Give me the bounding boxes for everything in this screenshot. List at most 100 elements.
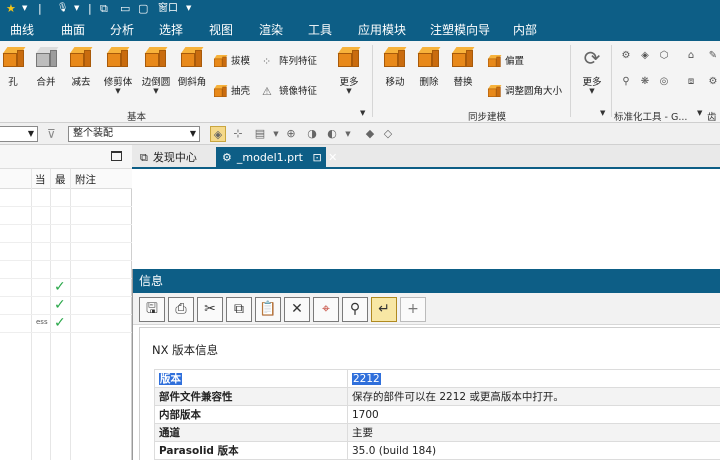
pattern-feature-tool[interactable]: ⁘ 阵列特征	[262, 53, 317, 68]
close-icon[interactable]: ✕	[328, 151, 337, 164]
offset-region-tool[interactable]: 偏置	[487, 53, 524, 68]
select-feature-icon[interactable]: ⊹	[230, 126, 246, 142]
star-dropdown-icon[interactable]: ▼	[22, 1, 27, 16]
part-navigator: 当 最 附注 ✓ ✓ ✓ ess	[0, 145, 132, 460]
mirror-feature-label: 镜像特征	[279, 86, 318, 97]
table-row[interactable]	[0, 243, 132, 261]
print-icon[interactable]: ⎙	[168, 297, 194, 322]
column-latest[interactable]: 最	[55, 172, 66, 187]
divider-icon: |	[38, 2, 42, 15]
table-row[interactable]: ✓ ess	[0, 315, 132, 333]
chevron-down-icon[interactable]: ▼	[577, 88, 607, 95]
cut-icon[interactable]: ✂	[197, 297, 223, 322]
select-edge-icon[interactable]: ◐	[324, 126, 340, 142]
delete-icon[interactable]: ✕	[284, 297, 310, 322]
menu-item-surface[interactable]: 曲面	[61, 21, 85, 38]
add-icon[interactable]: +	[400, 297, 426, 322]
replace-face-button[interactable]: 替换	[446, 45, 480, 88]
replace-face-label: 替换	[453, 77, 473, 88]
menu-item-applications[interactable]: 应用模块	[358, 21, 406, 38]
bolt-icon[interactable]: ⚲	[619, 75, 633, 89]
chevron-down-icon[interactable]: ▼	[268, 126, 284, 142]
menu-item-curve[interactable]: 曲线	[10, 21, 34, 38]
subtract-button[interactable]: 减去	[64, 45, 98, 88]
menu-item-analysis[interactable]: 分析	[110, 21, 134, 38]
group-expand-icon[interactable]: ▼	[360, 109, 365, 117]
chevron-down-icon[interactable]: ▼	[100, 88, 136, 95]
more-button[interactable]: ⟳ 更多 ▼	[577, 45, 607, 95]
tab-model1[interactable]: ⚙ _model1.prt ⊡ ✕	[216, 147, 337, 169]
gear-tool-icon[interactable]: ⚙	[706, 75, 720, 89]
type-filter-combo[interactable]: ▼	[0, 126, 38, 142]
filter-icon[interactable]: ⊽	[47, 127, 56, 141]
edge-blend-button[interactable]: 边倒圆 ▼	[138, 45, 174, 95]
table-row[interactable]	[0, 225, 132, 243]
move-face-button[interactable]: 移动	[378, 45, 412, 88]
select-face-icon[interactable]: ◑	[304, 126, 320, 142]
microphone-icon[interactable]: 🎙	[57, 1, 68, 16]
fastener-icon[interactable]: ⧈	[684, 75, 698, 89]
star-icon[interactable]: ★	[6, 1, 16, 16]
copy-icon[interactable]: ⧉	[226, 297, 252, 322]
chamfer-button[interactable]: 倒斜角	[174, 45, 210, 88]
spring-icon[interactable]: ❋	[638, 75, 652, 89]
menu-item-tools[interactable]: 工具	[308, 21, 332, 38]
tab-model1-label: _model1.prt	[236, 151, 303, 164]
find-icon[interactable]: ⌖	[313, 297, 339, 322]
table-row[interactable]: ✓	[0, 297, 132, 315]
menu-item-internal[interactable]: 内部	[513, 21, 537, 38]
select-list-icon[interactable]: ▤	[252, 126, 268, 142]
chevron-down-icon[interactable]: ▼	[138, 88, 174, 95]
window-icon[interactable]: ▭	[120, 1, 130, 16]
tool-icon[interactable]: ✎	[706, 49, 720, 63]
tab-discovery-center[interactable]: ⧉ 发现中心	[134, 147, 203, 169]
window-menu-label[interactable]: 窗口	[158, 1, 178, 16]
delete-face-label: 删除	[419, 77, 439, 88]
select-sheet-icon[interactable]: ◇	[380, 126, 396, 142]
table-row[interactable]	[0, 189, 132, 207]
trim-body-button[interactable]: 修剪体 ▼	[100, 45, 136, 95]
paste-icon[interactable]: 📋	[255, 297, 281, 322]
shell-label: 抽壳	[231, 86, 251, 97]
group-expand-icon[interactable]: ▼	[697, 109, 702, 117]
hex-nut-icon[interactable]: ⬡	[657, 49, 671, 63]
assembly-filter-combo[interactable]: 整个装配 ▼	[68, 126, 200, 142]
draft-tool[interactable]: 拔模	[213, 53, 250, 68]
shell-tool[interactable]: 抽壳	[213, 83, 251, 98]
group-expand-icon[interactable]: ▼	[600, 109, 605, 117]
tag-icon[interactable]: ⌂	[684, 49, 698, 63]
menu-item-select[interactable]: 选择	[159, 21, 183, 38]
word-wrap-icon[interactable]: ↵	[371, 297, 397, 322]
table-row[interactable]	[0, 207, 132, 225]
mirror-feature-tool[interactable]: ⚠ 镜像特征	[262, 83, 317, 98]
pin-icon[interactable]: ⊡	[312, 151, 321, 164]
select-body-icon[interactable]: ⊕	[283, 126, 299, 142]
washer-icon[interactable]: ◎	[657, 75, 671, 89]
binoculars-icon[interactable]: ⚲	[342, 297, 368, 322]
menu-item-render[interactable]: 渲染	[259, 21, 283, 38]
copy-icon[interactable]: ⧉	[100, 1, 108, 16]
maximize-icon[interactable]	[111, 151, 122, 161]
save-icon[interactable]: 🖫	[139, 297, 165, 322]
menu-item-mold-wizard[interactable]: 注塑模向导	[430, 21, 490, 38]
gear-icon[interactable]: ⚙	[619, 49, 633, 63]
column-note[interactable]: 附注	[75, 172, 96, 187]
resize-blend-tool[interactable]: 调整圆角大小	[487, 83, 562, 98]
stack-icon[interactable]: ◈	[638, 49, 652, 63]
column-current[interactable]: 当	[35, 172, 46, 187]
menu-item-view[interactable]: 视图	[209, 21, 233, 38]
graphics-window[interactable]	[132, 171, 720, 269]
table-row[interactable]	[0, 261, 132, 279]
unite-button[interactable]: 合并	[30, 45, 62, 88]
chevron-down-icon[interactable]: ▼	[334, 88, 364, 95]
mic-dropdown-icon[interactable]: ▼	[74, 1, 79, 16]
window-dropdown-icon[interactable]: ▼	[186, 1, 191, 16]
select-solid-icon[interactable]: ◆	[362, 126, 378, 142]
select-component-icon[interactable]: ◈	[210, 126, 226, 142]
table-row[interactable]: ✓	[0, 279, 132, 297]
hole-button[interactable]: 孔	[0, 45, 26, 88]
window-frame-icon[interactable]: ▢	[138, 1, 148, 16]
base-more-button[interactable]: 更多 ▼	[334, 45, 364, 95]
chevron-down-icon[interactable]: ▼	[340, 126, 356, 142]
delete-face-button[interactable]: 删除	[412, 45, 446, 88]
